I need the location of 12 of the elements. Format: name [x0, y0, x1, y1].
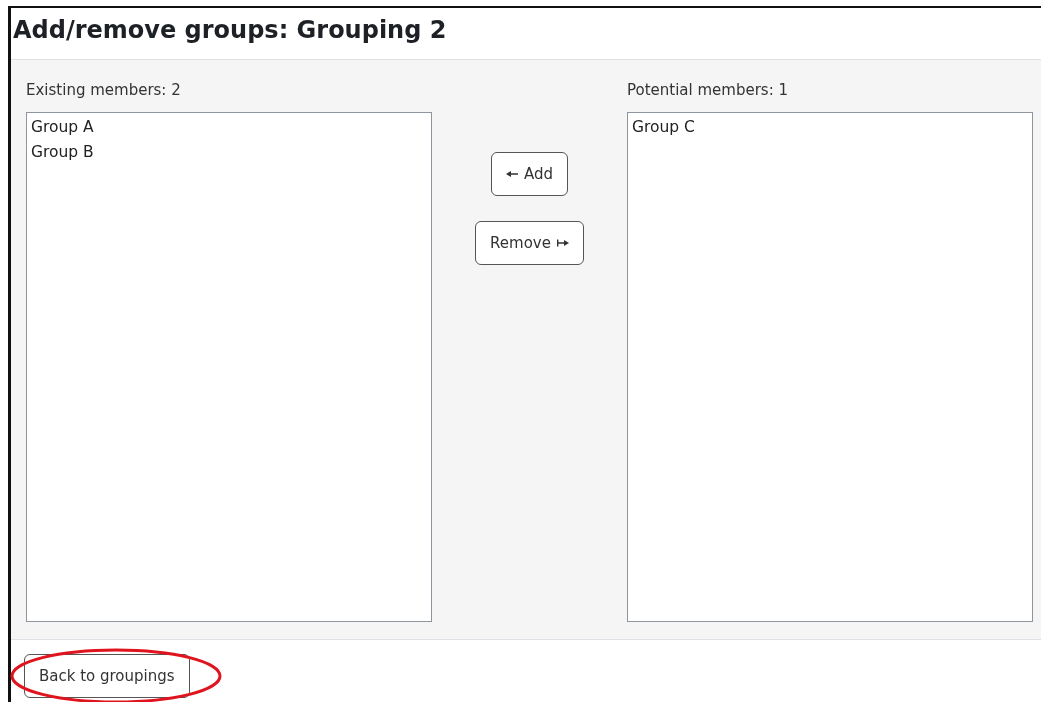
- list-option[interactable]: Group B: [30, 140, 428, 165]
- member-listbox[interactable]: Group A Group B: [26, 112, 432, 622]
- add-button[interactable]: Add: [490, 152, 568, 196]
- list-option[interactable]: Group A: [30, 115, 428, 140]
- remove-button[interactable]: Remove: [475, 221, 584, 265]
- arrow-right-icon: [556, 239, 569, 247]
- arrow-left-icon: [505, 170, 518, 178]
- member-listbox[interactable]: Group C: [627, 112, 1033, 622]
- list-label: Potential members: 1: [627, 80, 790, 101]
- list-label: Existing members: 2: [26, 80, 182, 101]
- back-button[interactable]: Back to groupings: [24, 654, 190, 698]
- list-option[interactable]: Group C: [631, 115, 1029, 140]
